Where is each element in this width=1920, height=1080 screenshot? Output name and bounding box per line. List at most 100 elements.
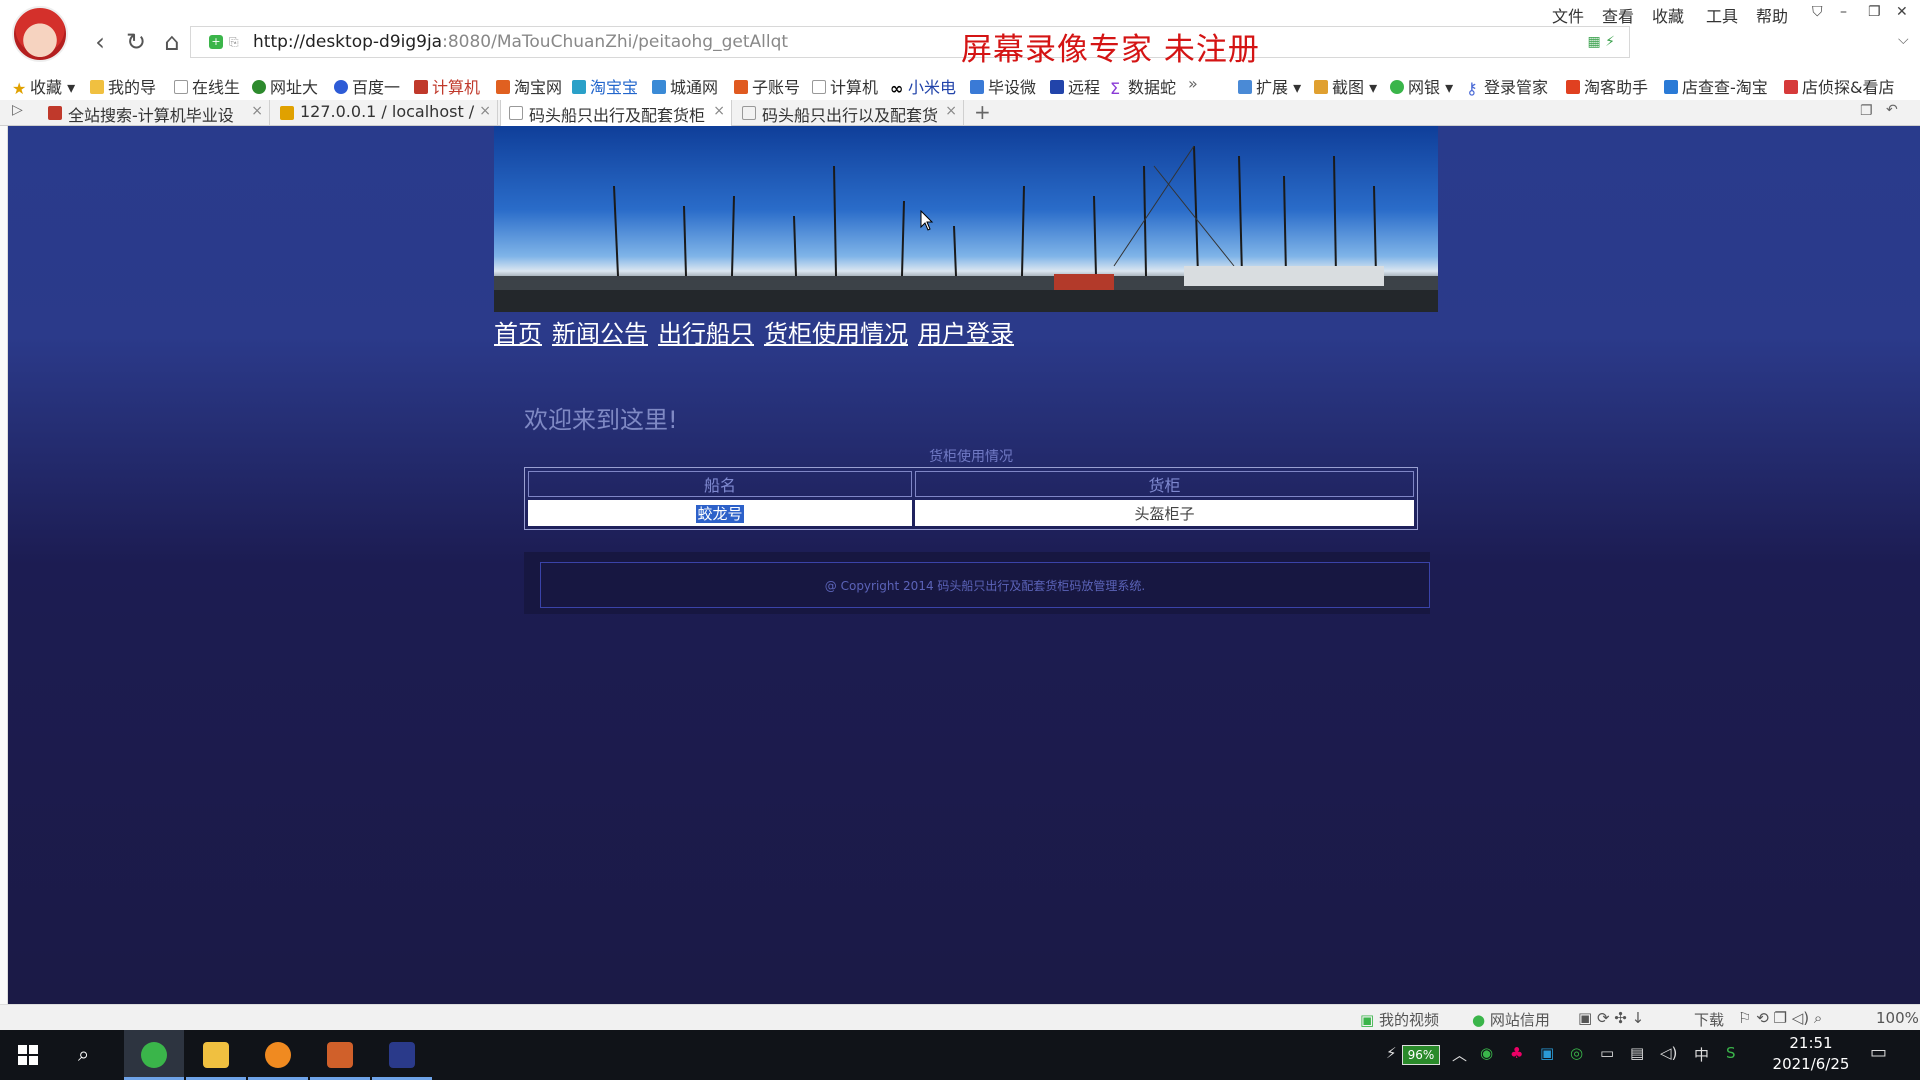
bookmark-item[interactable]: 在线生	[174, 74, 240, 98]
menu-view[interactable]: 查看	[1602, 3, 1634, 27]
cell-container[interactable]: 头盔柜子	[915, 500, 1414, 526]
sidebar-toggle-icon[interactable]: ▷	[12, 102, 23, 118]
table-caption: 货柜使用情况	[929, 449, 1013, 465]
menu-tools[interactable]: 工具	[1706, 3, 1738, 27]
bookmark-item[interactable]: 计算机	[414, 74, 480, 98]
login-manager-button[interactable]: ⚷ 登录管家	[1466, 74, 1548, 98]
new-tab-button[interactable]: +	[974, 100, 991, 124]
page-info-icon[interactable]: ⎘	[229, 35, 241, 49]
tab-2[interactable]: 127.0.0.1 / localhost / ×	[272, 100, 498, 126]
tab-close-icon[interactable]: ×	[479, 103, 491, 119]
browser-statusbar: ▣ 我的视频 ● 网站信用 ▣ ⟳ ✣ ↓ 下载 ⚐ ⟲ ❐ ◁) ⌕ 100%	[0, 1004, 1920, 1030]
bookmark-item[interactable]: 百度一	[334, 74, 400, 98]
notification-icon[interactable]: ▭	[1870, 1042, 1887, 1063]
user-avatar[interactable]	[12, 6, 68, 62]
maximize-icon[interactable]: ❐	[1868, 4, 1881, 20]
menu-help[interactable]: 帮助	[1756, 3, 1788, 27]
minimize-icon[interactable]: –	[1840, 4, 1847, 20]
dianzhentan-button[interactable]: 店侦探&看店	[1784, 74, 1894, 98]
mouse-cursor-icon	[920, 210, 934, 231]
menu-favorites[interactable]: 收藏	[1652, 3, 1684, 27]
bookmark-item[interactable]: Σ 数据蛇	[1110, 74, 1176, 98]
address-bar[interactable]: + ⎘ http://desktop-d9ig9ja:8080/MaTouChu…	[190, 26, 1630, 68]
tray-expand-icon[interactable]: ︿	[1452, 1044, 1467, 1065]
nav-home[interactable]: 首页	[494, 320, 542, 348]
status-misc-icon[interactable]: ⚐ ⟲ ❐ ◁) ⌕	[1738, 1009, 1822, 1027]
my-videos-button[interactable]: ▣ 我的视频	[1360, 1009, 1439, 1030]
undo-close-icon[interactable]: ↶	[1886, 102, 1898, 118]
downloads-button[interactable]: 下载	[1694, 1009, 1724, 1030]
status-tools-icon[interactable]: ▣ ⟳ ✣ ↓	[1578, 1009, 1644, 1027]
tray-app-icon[interactable]: ◉	[1480, 1044, 1493, 1062]
close-window-icon[interactable]: ✕	[1896, 4, 1908, 20]
network-icon[interactable]: ▤	[1630, 1044, 1644, 1062]
taskbar-eclipse[interactable]	[372, 1030, 432, 1080]
search-icon[interactable]: ⌕	[78, 1042, 89, 1066]
zoom-level[interactable]: 100%	[1876, 1009, 1919, 1027]
nav-ships[interactable]: 出行船只	[658, 320, 754, 348]
power-icon[interactable]: ▭	[1600, 1044, 1614, 1062]
tab-favicon	[742, 106, 756, 120]
bookmark-item[interactable]: 我的导	[90, 74, 156, 98]
wechat-icon[interactable]: ◎	[1570, 1044, 1583, 1062]
tray-app-icon[interactable]: S	[1726, 1044, 1736, 1062]
bookmark-favorites[interactable]: ★ 收藏 ▾	[12, 74, 75, 98]
back-icon[interactable]: ‹	[86, 28, 114, 56]
site-credit-button[interactable]: ● 网站信用	[1472, 1009, 1550, 1030]
refresh-icon[interactable]: ↻	[122, 28, 150, 56]
cell-ship-name[interactable]: 蛟龙号	[528, 500, 912, 526]
more-bookmarks-icon[interactable]: »	[1188, 74, 1198, 93]
screenshot-button[interactable]: 截图 ▾	[1314, 74, 1377, 98]
tab-1[interactable]: 全站搜索-计算机毕业设 ×	[40, 100, 270, 126]
battery-indicator[interactable]: 96%	[1402, 1045, 1440, 1065]
nav-login[interactable]: 用户登录	[918, 320, 1014, 348]
clock[interactable]: 21:51 2021/6/25	[1768, 1033, 1854, 1075]
bookmark-item[interactable]: 毕设微	[970, 74, 1036, 98]
home-icon[interactable]: ⌂	[158, 28, 186, 56]
tab-close-icon[interactable]: ×	[713, 103, 725, 119]
tray-app-icon[interactable]: ▣	[1540, 1044, 1554, 1062]
tab-close-icon[interactable]: ×	[251, 103, 263, 119]
column-header-ship-name: 船名	[528, 471, 912, 497]
volume-icon[interactable]: ◁)	[1660, 1044, 1677, 1062]
taskbar-file-explorer[interactable]	[186, 1030, 246, 1080]
tab-close-icon[interactable]: ×	[945, 103, 957, 119]
main-nav: 首页 新闻公告 出行船只 货柜使用情况 用户登录	[494, 314, 1024, 349]
taskbar-recorder[interactable]	[310, 1030, 370, 1080]
windows-start-icon[interactable]	[18, 1045, 38, 1065]
container-usage-table: 船名 货柜 蛟龙号 头盔柜子	[524, 467, 1418, 530]
tab-3-active[interactable]: 码头船只出行及配套货柜 ×	[500, 100, 732, 126]
bookmark-item[interactable]: 远程	[1050, 74, 1100, 98]
taskbar-search-app[interactable]	[248, 1030, 308, 1080]
dianchacha-button[interactable]: 店查查-淘宝	[1664, 74, 1768, 98]
left-edge-handle[interactable]	[0, 126, 8, 1004]
magnifier-icon	[265, 1042, 291, 1068]
bookmark-item[interactable]: 网址大	[252, 74, 318, 98]
ime-indicator[interactable]: 中	[1694, 1044, 1709, 1065]
taskbar-360-browser[interactable]	[124, 1030, 184, 1080]
folder-icon	[203, 1042, 229, 1068]
bookmark-item[interactable]: 淘宝宝	[572, 74, 638, 98]
menu-file[interactable]: 文件	[1552, 3, 1584, 27]
url-actions-icon[interactable]: ▦ ⚡	[1587, 34, 1615, 50]
taoke-button[interactable]: 淘客助手	[1566, 74, 1648, 98]
taobao-icon	[496, 80, 510, 94]
nav-news[interactable]: 新闻公告	[552, 320, 648, 348]
nav-container-usage[interactable]: 货柜使用情况	[764, 320, 908, 348]
netbank-button[interactable]: 网银 ▾	[1390, 74, 1453, 98]
site-icon	[734, 80, 748, 94]
tab-4[interactable]: 码头船只出行以及配套货 ×	[734, 100, 964, 126]
url-dropdown-icon[interactable]: ⌵	[1898, 32, 1909, 48]
skin-icon[interactable]: ⛉	[1812, 4, 1823, 20]
tray-app-icon[interactable]: ♣	[1510, 1044, 1523, 1062]
url-text[interactable]: http://desktop-d9ig9ja:8080/MaTouChuanZh…	[253, 32, 788, 52]
bookmark-item[interactable]: 淘宝网	[496, 74, 562, 98]
bookmark-item[interactable]: 子账号	[734, 74, 800, 98]
copyright-text: @ Copyright 2014 码头船只出行及配套货柜码放管理系统.	[824, 579, 1146, 593]
bookmark-item[interactable]: 城通网	[652, 74, 718, 98]
restore-tab-icon[interactable]: ❐	[1860, 103, 1873, 119]
bookmark-item[interactable]: ∞ 小米电	[890, 74, 956, 98]
bookmark-item[interactable]: 计算机	[812, 74, 878, 98]
extensions-button[interactable]: 扩展 ▾	[1238, 74, 1301, 98]
table-row: 蛟龙号 头盔柜子	[528, 500, 1414, 526]
